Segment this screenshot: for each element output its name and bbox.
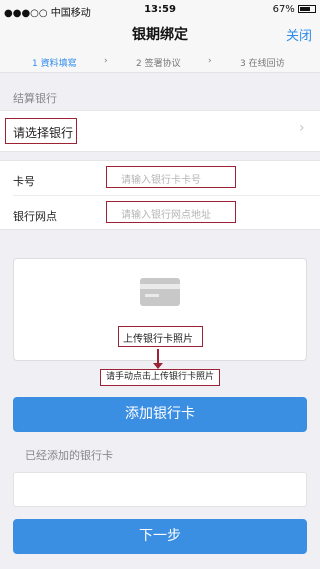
step-indicator: 1 資料填寫 › 2 签署协议 › 3 在线回访 bbox=[0, 48, 320, 73]
next-button[interactable]: 下一步 bbox=[13, 519, 307, 554]
page-title: 银期绑定 bbox=[132, 27, 188, 43]
bank-card-icon bbox=[140, 278, 180, 306]
bank-select-label: 请选择银行 bbox=[13, 126, 74, 140]
added-cards-list bbox=[13, 472, 307, 507]
branch-label: 银行网点 bbox=[13, 210, 57, 223]
battery-icon bbox=[298, 5, 316, 13]
step-1: 1 資料填寫 bbox=[32, 59, 77, 69]
battery-indicator: 67% bbox=[273, 4, 316, 15]
upload-label[interactable]: 上传银行卡照片 bbox=[123, 330, 193, 345]
bank-section-label: 结算银行 bbox=[13, 92, 57, 105]
step-3: 3 在线回访 bbox=[240, 59, 285, 69]
battery-percent: 67% bbox=[272, 4, 295, 15]
step-arrow-icon: › bbox=[208, 56, 212, 66]
close-button[interactable]: 关闭 bbox=[286, 25, 312, 44]
card-number-label: 卡号 bbox=[13, 175, 35, 188]
card-form: 卡号 请输入银行卡卡号 银行网点 请输入银行网点地址 bbox=[0, 160, 320, 230]
step-2: 2 签署协议 bbox=[136, 59, 181, 69]
card-number-placeholder: 请输入银行卡卡号 bbox=[121, 175, 201, 186]
add-card-button[interactable]: 添加银行卡 bbox=[13, 397, 307, 432]
added-cards-label: 已经添加的银行卡 bbox=[25, 449, 113, 462]
divider bbox=[13, 195, 320, 196]
annotation-hint: 请手动点击上传银行卡照片 bbox=[100, 369, 220, 386]
chevron-right-icon: › bbox=[299, 120, 305, 136]
step-arrow-icon: › bbox=[104, 56, 108, 66]
nav-bar: 银期绑定 关闭 bbox=[0, 20, 320, 48]
branch-placeholder: 请输入银行网点地址 bbox=[121, 210, 211, 221]
status-bar: ●●●○○ 中国移动 13:59 67% bbox=[0, 0, 320, 20]
bank-select-row[interactable]: 请选择银行 › bbox=[0, 110, 320, 152]
